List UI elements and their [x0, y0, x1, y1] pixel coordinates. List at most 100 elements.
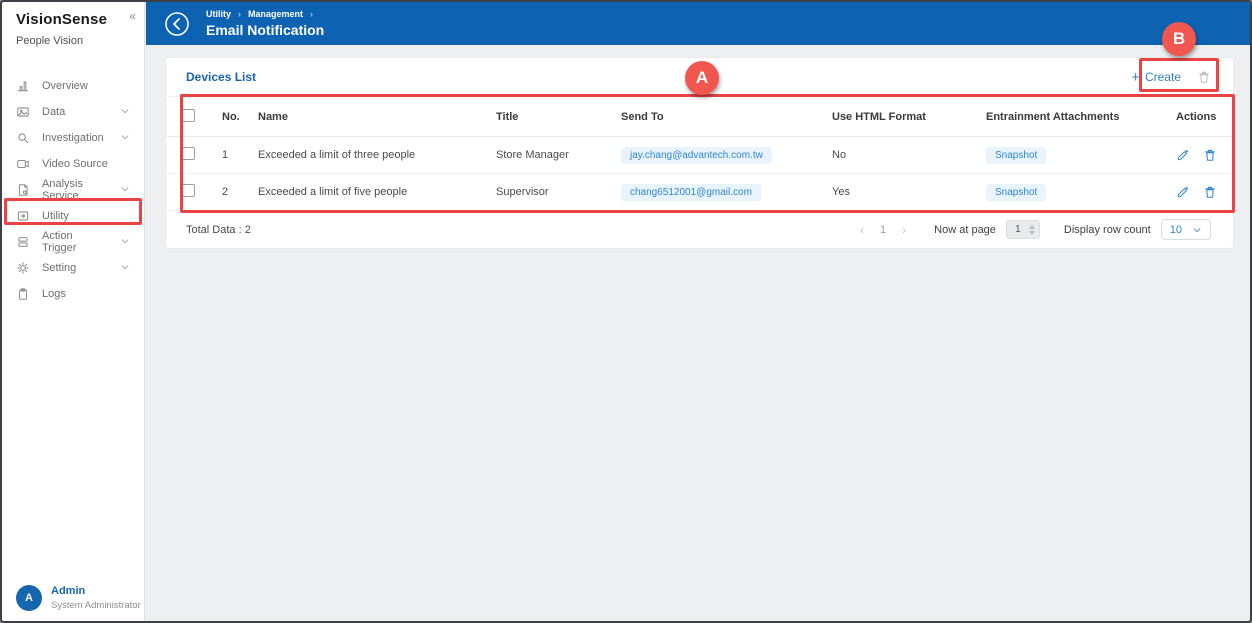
- cell-no: 2: [222, 186, 258, 198]
- user-role: System Administrator: [51, 600, 141, 611]
- gear-icon: [16, 261, 30, 275]
- col-header-attachments: Entrainment Attachments: [986, 111, 1176, 123]
- page-number-value: 1: [1007, 224, 1029, 235]
- col-header-actions: Actions: [1176, 111, 1220, 123]
- page-header: Utility › Management › Email Notificatio…: [146, 2, 1250, 45]
- table-row: 2 Exceeded a limit of five people Superv…: [166, 174, 1233, 211]
- col-header-name: Name: [258, 111, 496, 123]
- devices-list-panel: Devices List + Create No. Name Title Sen…: [165, 57, 1234, 249]
- app-window: VisionSense People Vision « Overview Dat…: [0, 0, 1252, 623]
- total-data-label: Total Data : 2: [186, 224, 251, 236]
- exit-to-app-icon: [16, 209, 30, 223]
- cell-title: Store Manager: [496, 149, 621, 161]
- user-name: Admin: [51, 585, 141, 597]
- col-header-use-html: Use HTML Format: [832, 111, 986, 123]
- document-icon: [16, 183, 30, 197]
- panel-title: Devices List: [186, 70, 256, 84]
- sidebar: VisionSense People Vision « Overview Dat…: [2, 2, 145, 621]
- table-footer: Total Data : 2 ‹ 1 › Now at page 1 Displ…: [166, 211, 1233, 248]
- plus-icon: +: [1131, 70, 1140, 85]
- app-subtitle: People Vision: [16, 35, 130, 47]
- video-icon: [16, 157, 30, 171]
- chevron-down-icon: [120, 184, 130, 197]
- cell-use-html: Yes: [832, 186, 986, 198]
- display-row-count-label: Display row count: [1064, 224, 1151, 236]
- spinner-arrows-icon[interactable]: [1029, 225, 1039, 235]
- col-header-send-to: Send To: [621, 111, 832, 123]
- row-count-value: 10: [1170, 224, 1182, 236]
- clipboard-icon: [16, 287, 30, 301]
- create-button[interactable]: + Create: [1131, 70, 1181, 85]
- chevron-down-icon: [120, 262, 130, 275]
- page-number-input[interactable]: 1: [1006, 220, 1040, 239]
- breadcrumb: Utility › Management ›: [206, 9, 324, 19]
- pagination-page-number[interactable]: 1: [880, 224, 886, 236]
- sidebar-item-investigation[interactable]: Investigation: [2, 125, 144, 151]
- cell-title: Supervisor: [496, 186, 621, 198]
- sidebar-item-setting[interactable]: Setting: [2, 255, 144, 281]
- sidebar-item-label: Logs: [42, 288, 66, 300]
- delete-trash-icon[interactable]: [1203, 148, 1217, 162]
- attachment-chip: Snapshot: [986, 147, 1046, 164]
- sidebar-item-logs[interactable]: Logs: [2, 281, 144, 307]
- send-to-chip: chang6512001@gmail.com: [621, 184, 761, 201]
- cell-no: 1: [222, 149, 258, 161]
- sidebar-item-analysis-service[interactable]: Analysis Service: [2, 177, 144, 203]
- table-row: 1 Exceeded a limit of three people Store…: [166, 137, 1233, 174]
- row-checkbox[interactable]: [182, 147, 195, 160]
- app-title: VisionSense: [16, 11, 130, 28]
- sidebar-item-label: Analysis Service: [42, 178, 108, 202]
- attachment-chip: Snapshot: [986, 184, 1046, 201]
- sidebar-item-label: Utility: [42, 210, 69, 222]
- pagination-prev-icon[interactable]: ‹: [860, 223, 864, 237]
- chevron-down-icon: [120, 236, 130, 249]
- sidebar-item-utility[interactable]: Utility: [2, 203, 144, 229]
- bulk-delete-trash-icon[interactable]: [1197, 70, 1211, 84]
- sidebar-item-action-trigger[interactable]: Action Trigger: [2, 229, 144, 255]
- breadcrumb-separator: ›: [310, 9, 313, 19]
- chevron-down-icon: [1192, 225, 1202, 235]
- stack-icon: [16, 235, 30, 249]
- sidebar-menu: Overview Data Investigation: [2, 73, 144, 307]
- bar-chart-icon: [16, 79, 30, 93]
- chevron-down-icon: [120, 106, 130, 119]
- chevron-down-icon: [120, 132, 130, 145]
- edit-pencil-icon[interactable]: [1176, 148, 1190, 162]
- breadcrumb-separator: ›: [238, 9, 241, 19]
- cell-name: Exceeded a limit of three people: [258, 149, 496, 161]
- sidebar-item-label: Investigation: [42, 132, 104, 144]
- sidebar-item-overview[interactable]: Overview: [2, 73, 144, 99]
- row-count-select[interactable]: 10: [1161, 219, 1211, 240]
- sidebar-item-label: Action Trigger: [42, 230, 108, 254]
- pagination: ‹ 1 ›: [860, 223, 906, 237]
- image-icon: [16, 105, 30, 119]
- send-to-chip: jay.chang@advantech.com.tw: [621, 147, 772, 164]
- delete-trash-icon[interactable]: [1203, 185, 1217, 199]
- breadcrumb-item-management[interactable]: Management: [248, 9, 303, 19]
- pagination-next-icon[interactable]: ›: [902, 223, 906, 237]
- table-header-row: No. Name Title Send To Use HTML Format E…: [166, 96, 1233, 137]
- select-all-checkbox[interactable]: [182, 109, 195, 122]
- sidebar-collapse-icon[interactable]: «: [129, 9, 136, 23]
- sidebar-item-label: Video Source: [42, 158, 108, 170]
- row-checkbox[interactable]: [182, 184, 195, 197]
- user-profile[interactable]: A Admin System Administrator: [16, 585, 141, 611]
- sidebar-item-label: Setting: [42, 262, 76, 274]
- sidebar-item-label: Overview: [42, 80, 88, 92]
- create-button-label: Create: [1145, 70, 1181, 84]
- avatar: A: [16, 585, 42, 611]
- edit-pencil-icon[interactable]: [1176, 185, 1190, 199]
- cell-name: Exceeded a limit of five people: [258, 186, 496, 198]
- page-title: Email Notification: [206, 22, 324, 38]
- search-icon: [16, 131, 30, 145]
- brand: VisionSense People Vision «: [2, 2, 144, 47]
- sidebar-item-data[interactable]: Data: [2, 99, 144, 125]
- sidebar-item-label: Data: [42, 106, 65, 118]
- cell-use-html: No: [832, 149, 986, 161]
- sidebar-item-video-source[interactable]: Video Source: [2, 151, 144, 177]
- col-header-title: Title: [496, 111, 621, 123]
- col-header-no: No.: [222, 111, 258, 123]
- breadcrumb-item-utility[interactable]: Utility: [206, 9, 231, 19]
- now-at-page-label: Now at page: [934, 224, 996, 236]
- back-button[interactable]: [164, 11, 190, 37]
